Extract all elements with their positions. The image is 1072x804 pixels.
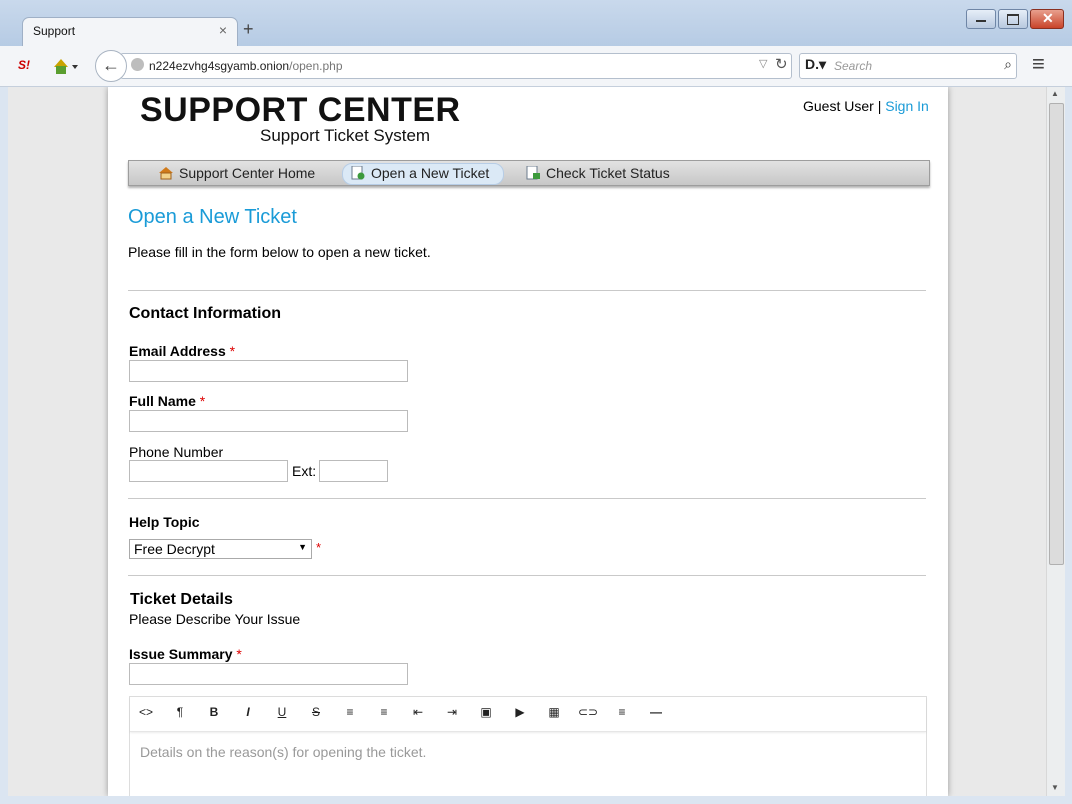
nav-open-ticket[interactable]: Open a New Ticket <box>351 163 489 183</box>
home-addon-icon[interactable] <box>52 57 78 75</box>
sign-in-link[interactable]: Sign In <box>885 98 929 114</box>
ticket-heading: Ticket Details <box>130 591 233 608</box>
divider <box>128 290 926 291</box>
underline-icon[interactable]: U <box>270 705 294 719</box>
close-window-button[interactable]: ✕ <box>1030 9 1064 29</box>
nav-home[interactable]: Support Center Home <box>159 163 315 183</box>
addon-icon[interactable]: S! <box>18 58 36 74</box>
browser-tab[interactable]: Support × <box>22 17 238 48</box>
url-text: n224ezvhg4sgyamb.onion/open.php <box>149 59 343 73</box>
scrollbar-thumb[interactable] <box>1049 103 1064 565</box>
required-mark: * <box>229 343 236 359</box>
align-icon[interactable]: ≡ <box>610 705 634 719</box>
search-engine-icon[interactable]: D.▾ <box>805 56 826 73</box>
page-viewport: SUPPORT CENTER Support Ticket System Gue… <box>8 87 1046 796</box>
new-tab-button[interactable]: + <box>243 19 254 40</box>
tab-close-icon[interactable]: × <box>219 22 227 38</box>
logo-title: SUPPORT CENTER <box>140 91 461 129</box>
new-ticket-icon <box>351 165 365 180</box>
table-icon[interactable]: ▦ <box>542 705 566 719</box>
scroll-down-icon[interactable]: ▼ <box>1051 783 1059 792</box>
indent-icon[interactable]: ⇥ <box>440 705 464 719</box>
nav-open-ticket-label: Open a New Ticket <box>371 165 490 181</box>
horizontal-rule-icon[interactable]: — <box>644 705 668 719</box>
page-title: Open a New Ticket <box>128 206 297 228</box>
required-mark: * <box>316 540 322 555</box>
search-placeholder: Search <box>834 59 873 73</box>
reload-icon[interactable]: ↻ <box>775 55 788 73</box>
main-nav: Support Center Home Open a New Ticket Ch… <box>128 160 930 186</box>
bullet-list-icon[interactable]: ≡ <box>338 705 362 719</box>
separator: | <box>877 98 882 114</box>
scroll-up-icon[interactable]: ▲ <box>1051 89 1059 98</box>
minimize-button[interactable] <box>966 9 996 29</box>
url-bar[interactable]: n224ezvhg4sgyamb.onion/open.php ▽ ↻ <box>120 53 792 79</box>
bold-icon[interactable]: B <box>202 705 226 719</box>
search-box[interactable]: D.▾ Search ⌕ <box>799 53 1017 79</box>
chevron-down-icon: ▼ <box>298 542 307 552</box>
dropdown-arrow-icon[interactable]: ▽ <box>759 57 767 70</box>
ticket-subheading: Please Describe Your Issue <box>129 611 301 627</box>
html-code-icon[interactable]: <> <box>134 705 158 719</box>
issue-summary-field[interactable] <box>129 663 408 685</box>
summary-label: Issue Summary * <box>129 646 242 662</box>
ext-field[interactable] <box>319 460 388 482</box>
email-field[interactable] <box>129 360 408 382</box>
intro-text: Please fill in the form below to open a … <box>128 244 431 260</box>
guest-user: Guest User <box>803 98 874 114</box>
help-topic-value: Free Decrypt <box>134 541 215 557</box>
search-icon[interactable]: ⌕ <box>1004 56 1012 73</box>
link-icon[interactable]: ⊂⊃ <box>576 705 600 719</box>
full-name-field[interactable] <box>129 410 408 432</box>
phone-label: Phone Number <box>129 444 224 460</box>
nav-home-label: Support Center Home <box>179 165 316 181</box>
outdent-icon[interactable]: ⇤ <box>406 705 430 719</box>
email-label: Email Address * <box>129 343 236 359</box>
check-status-icon <box>526 165 540 180</box>
tab-title: Support <box>33 24 76 38</box>
numbered-list-icon[interactable]: ≡ <box>372 705 396 719</box>
image-icon[interactable]: ▣ <box>474 705 498 719</box>
details-editor[interactable]: <> ¶ B I U S ≡ ≡ ⇤ ⇥ ▣ ▶ ▦ ⊂⊃ ≡ — Detail… <box>129 696 927 796</box>
page-container: SUPPORT CENTER Support Ticket System Gue… <box>108 87 948 796</box>
back-button[interactable]: ← <box>95 50 127 82</box>
globe-icon <box>131 58 144 71</box>
nav-check-status[interactable]: Check Ticket Status <box>526 163 670 183</box>
editor-toolbar: <> ¶ B I U S ≡ ≡ ⇤ ⇥ ▣ ▶ ▦ ⊂⊃ ≡ — <box>130 697 926 732</box>
name-label: Full Name * <box>129 393 206 409</box>
menu-icon[interactable]: ≡ <box>1032 51 1045 77</box>
home-icon <box>159 165 173 180</box>
contact-heading: Contact Information <box>129 305 281 322</box>
maximize-button[interactable] <box>998 9 1028 29</box>
vertical-scrollbar[interactable]: ▲ ▼ <box>1046 87 1065 796</box>
phone-field[interactable] <box>129 460 288 482</box>
paragraph-icon[interactable]: ¶ <box>168 705 192 719</box>
help-topic-select[interactable]: Free Decrypt ▼ <box>129 539 312 559</box>
help-topic-label: Help Topic <box>129 514 200 530</box>
video-icon[interactable]: ▶ <box>508 705 532 719</box>
user-status: Guest User | Sign In <box>803 98 929 114</box>
divider <box>128 498 926 499</box>
required-mark: * <box>236 646 242 662</box>
divider <box>128 575 926 576</box>
logo-subtitle: Support Ticket System <box>260 126 431 145</box>
details-placeholder: Details on the reason(s) for opening the… <box>140 744 427 760</box>
ext-label: Ext: <box>292 463 317 479</box>
nav-check-status-label: Check Ticket Status <box>546 165 670 181</box>
strikethrough-icon[interactable]: S <box>304 705 328 719</box>
italic-icon[interactable]: I <box>236 705 260 719</box>
required-mark: * <box>199 393 206 409</box>
